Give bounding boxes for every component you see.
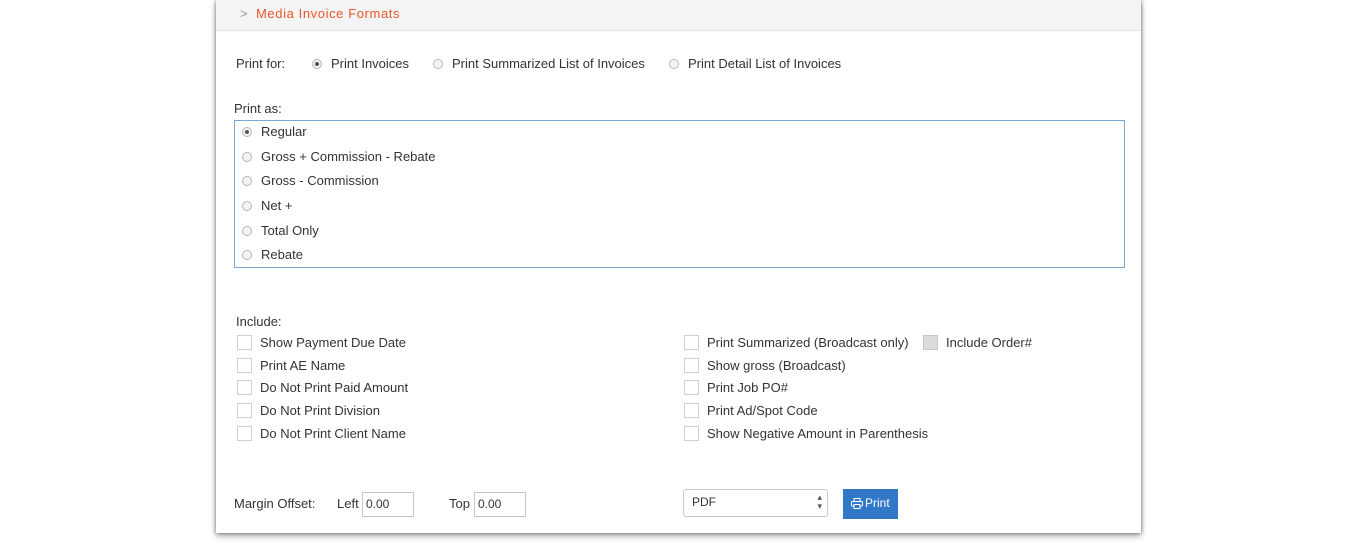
checkbox-print-ad-spot-code[interactable] — [684, 403, 699, 418]
include-option-label[interactable]: Do Not Print Client Name — [260, 426, 406, 441]
output-format-select[interactable]: PDF ▴ ▾ — [683, 489, 828, 517]
margin-top-input[interactable]: 0.00 — [474, 492, 526, 517]
checkbox-print-ae-name[interactable] — [237, 358, 252, 373]
include-option-label[interactable]: Print AE Name — [260, 358, 345, 373]
margin-offset-label: Margin Offset: — [234, 496, 316, 511]
margin-left-input[interactable]: 0.00 — [362, 492, 414, 517]
chevron-right-icon[interactable]: > — [240, 6, 248, 21]
print-for-option-label[interactable]: Print Invoices — [331, 56, 409, 71]
radio-gross-minus-commission[interactable] — [242, 176, 252, 186]
checkbox-show-gross-broadcast[interactable] — [684, 358, 699, 373]
print-as-option-label[interactable]: Gross + Commission - Rebate — [261, 149, 435, 164]
print-as-list: Regular Gross + Commission - Rebate Gros… — [234, 120, 1125, 268]
print-as-option-label[interactable]: Total Only — [261, 223, 319, 238]
radio-print-invoices[interactable] — [312, 59, 322, 69]
radio-rebate[interactable] — [242, 250, 252, 260]
print-as-option-label[interactable]: Net + — [261, 198, 292, 213]
include-option-label[interactable]: Print Job PO# — [707, 380, 788, 395]
include-option-label[interactable]: Do Not Print Paid Amount — [260, 380, 408, 395]
include-option-label[interactable]: Show gross (Broadcast) — [707, 358, 846, 373]
radio-print-detail-list[interactable] — [669, 59, 679, 69]
radio-print-summarized-list[interactable] — [433, 59, 443, 69]
include-option-label[interactable]: Print Ad/Spot Code — [707, 403, 818, 418]
include-option-label[interactable]: Show Negative Amount in Parenthesis — [707, 426, 928, 441]
select-arrows-icon: ▴ ▾ — [817, 492, 822, 511]
checkbox-print-job-po[interactable] — [684, 380, 699, 395]
print-for-option-label[interactable]: Print Summarized List of Invoices — [452, 56, 645, 71]
include-option-label[interactable]: Show Payment Due Date — [260, 335, 406, 350]
checkbox-show-negative-amount-parenthesis[interactable] — [684, 426, 699, 441]
checkbox-do-not-print-paid-amount[interactable] — [237, 380, 252, 395]
print-as-option-label[interactable]: Regular — [261, 124, 307, 139]
checkbox-do-not-print-client-name[interactable] — [237, 426, 252, 441]
include-option-label[interactable]: Do Not Print Division — [260, 403, 380, 418]
print-button[interactable]: Print — [843, 489, 898, 519]
include-option-label[interactable]: Print Summarized (Broadcast only) — [707, 335, 909, 350]
radio-gross-commission-rebate[interactable] — [242, 152, 252, 162]
panel-title[interactable]: Media Invoice Formats — [256, 6, 400, 21]
output-format-value: PDF — [692, 495, 716, 509]
margin-left-label: Left — [337, 496, 359, 511]
checkbox-include-order-number[interactable] — [923, 335, 938, 350]
radio-regular[interactable] — [242, 127, 252, 137]
printer-icon — [851, 498, 863, 510]
print-button-label: Print — [865, 496, 890, 510]
radio-total-only[interactable] — [242, 226, 252, 236]
margin-top-label: Top — [449, 496, 470, 511]
include-label: Include: — [236, 314, 282, 329]
print-as-label: Print as: — [234, 101, 282, 116]
print-for-label: Print for: — [236, 56, 286, 71]
radio-net-plus[interactable] — [242, 201, 252, 211]
include-order-label[interactable]: Include Order# — [946, 335, 1032, 350]
print-as-option-label[interactable]: Gross - Commission — [261, 173, 379, 188]
checkbox-print-summarized-broadcast[interactable] — [684, 335, 699, 350]
panel-header[interactable]: > Media Invoice Formats — [216, 0, 1141, 31]
invoice-format-panel: > Media Invoice Formats Print for: Print… — [216, 0, 1141, 533]
checkbox-show-payment-due-date[interactable] — [237, 335, 252, 350]
checkbox-do-not-print-division[interactable] — [237, 403, 252, 418]
print-for-option-label[interactable]: Print Detail List of Invoices — [688, 56, 841, 71]
print-as-option-label[interactable]: Rebate — [261, 247, 303, 262]
